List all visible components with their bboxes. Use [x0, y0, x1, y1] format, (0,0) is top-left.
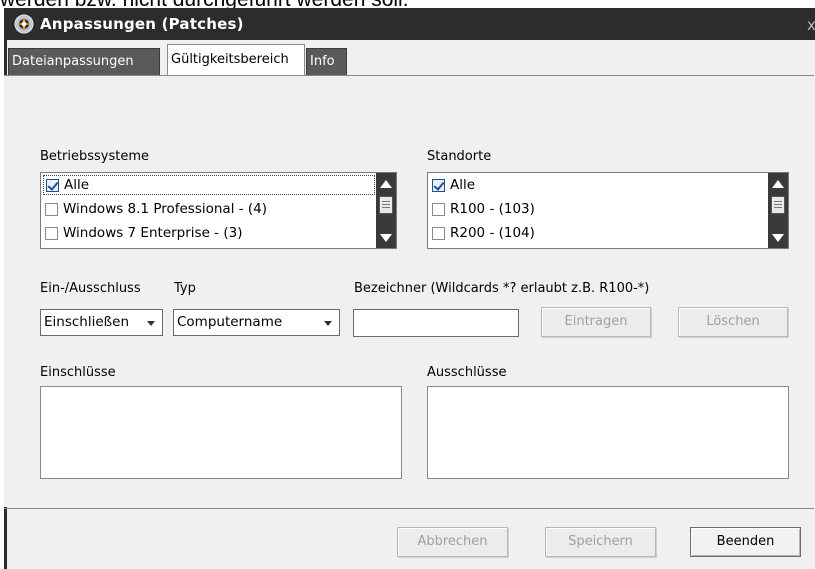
inclusion-label: Ein-/Ausschluss: [40, 281, 141, 296]
scroll-down-icon[interactable]: [772, 234, 784, 242]
chevron-down-icon[interactable]: [324, 321, 332, 326]
list-item[interactable]: Alle: [43, 175, 375, 195]
list-item[interactable]: Windows 8.1 Professional - (4): [43, 199, 267, 219]
locations-scrollbar[interactable]: [768, 173, 788, 248]
checkbox[interactable]: [432, 226, 445, 240]
footer-divider: [4, 508, 814, 509]
save-button[interactable]: Speichern: [545, 527, 656, 557]
tab-info[interactable]: Info: [306, 48, 347, 76]
type-label: Typ: [174, 281, 196, 296]
list-item[interactable]: Windows 7 Enterprise - (3): [43, 223, 242, 243]
list-item-label: R200 - (104): [450, 225, 535, 241]
list-item[interactable]: Alle: [430, 175, 475, 195]
type-dropdown[interactable]: Computername: [173, 309, 340, 336]
list-item-label: R100 - (103): [450, 201, 535, 217]
list-item-label: Windows 8.1 Professional - (4): [63, 201, 268, 217]
cancel-button[interactable]: Abbrechen: [397, 527, 508, 557]
close-button[interactable]: Beenden: [690, 527, 801, 557]
scroll-up-icon[interactable]: [772, 180, 784, 188]
inclusion-dropdown-value: Einschließen: [44, 314, 130, 330]
checkbox-checked[interactable]: [46, 178, 59, 192]
inclusions-label: Einschlüsse: [40, 365, 116, 380]
scroll-thumb[interactable]: [771, 196, 785, 214]
locations-listbox[interactable]: Alle R100 - (103) R200 - (104): [427, 172, 789, 249]
list-item-label: Windows 7 Enterprise - (3): [63, 225, 243, 241]
type-dropdown-value: Computername: [177, 314, 283, 330]
checkbox[interactable]: [45, 202, 58, 216]
delete-button[interactable]: Löschen: [678, 307, 788, 337]
tab-gueltigkeitsbereich[interactable]: Gültigkeitsbereich: [167, 44, 305, 76]
list-item-label: Alle: [64, 177, 90, 193]
checkbox[interactable]: [432, 202, 445, 216]
scroll-down-icon[interactable]: [380, 234, 392, 242]
checkbox-checked[interactable]: [432, 178, 445, 192]
scroll-up-icon[interactable]: [380, 180, 392, 188]
list-item-label: Alle: [450, 177, 476, 193]
window-title: Anpassungen (Patches): [40, 15, 244, 33]
identifier-input[interactable]: [353, 309, 519, 337]
add-entry-button[interactable]: Eintragen: [541, 307, 651, 337]
locations-list-label: Standorte: [427, 149, 492, 164]
inclusion-dropdown[interactable]: Einschließen: [40, 309, 163, 336]
os-listbox[interactable]: Alle Windows 8.1 Professional - (4) Wind…: [40, 172, 397, 249]
title-bar[interactable]: Anpassungen (Patches) x: [4, 8, 815, 40]
close-icon[interactable]: x: [807, 16, 815, 34]
exclusions-list[interactable]: [427, 386, 789, 479]
os-list-label: Betriebssysteme: [40, 149, 149, 164]
checkbox[interactable]: [45, 226, 58, 240]
scroll-thumb[interactable]: [379, 196, 393, 214]
os-scrollbar[interactable]: [376, 173, 396, 248]
chevron-down-icon[interactable]: [147, 321, 155, 326]
list-item[interactable]: R200 - (104): [430, 223, 535, 243]
tab-dateianpassungen[interactable]: Dateianpassungen: [8, 48, 160, 76]
identifier-label: Bezeichner (Wildcards *? erlaubt z.B. R1…: [354, 281, 650, 296]
inclusions-list[interactable]: [40, 386, 402, 479]
list-item[interactable]: R100 - (103): [430, 199, 535, 219]
patches-app-icon: [14, 14, 34, 34]
exclusions-label: Ausschlüsse: [427, 365, 507, 380]
